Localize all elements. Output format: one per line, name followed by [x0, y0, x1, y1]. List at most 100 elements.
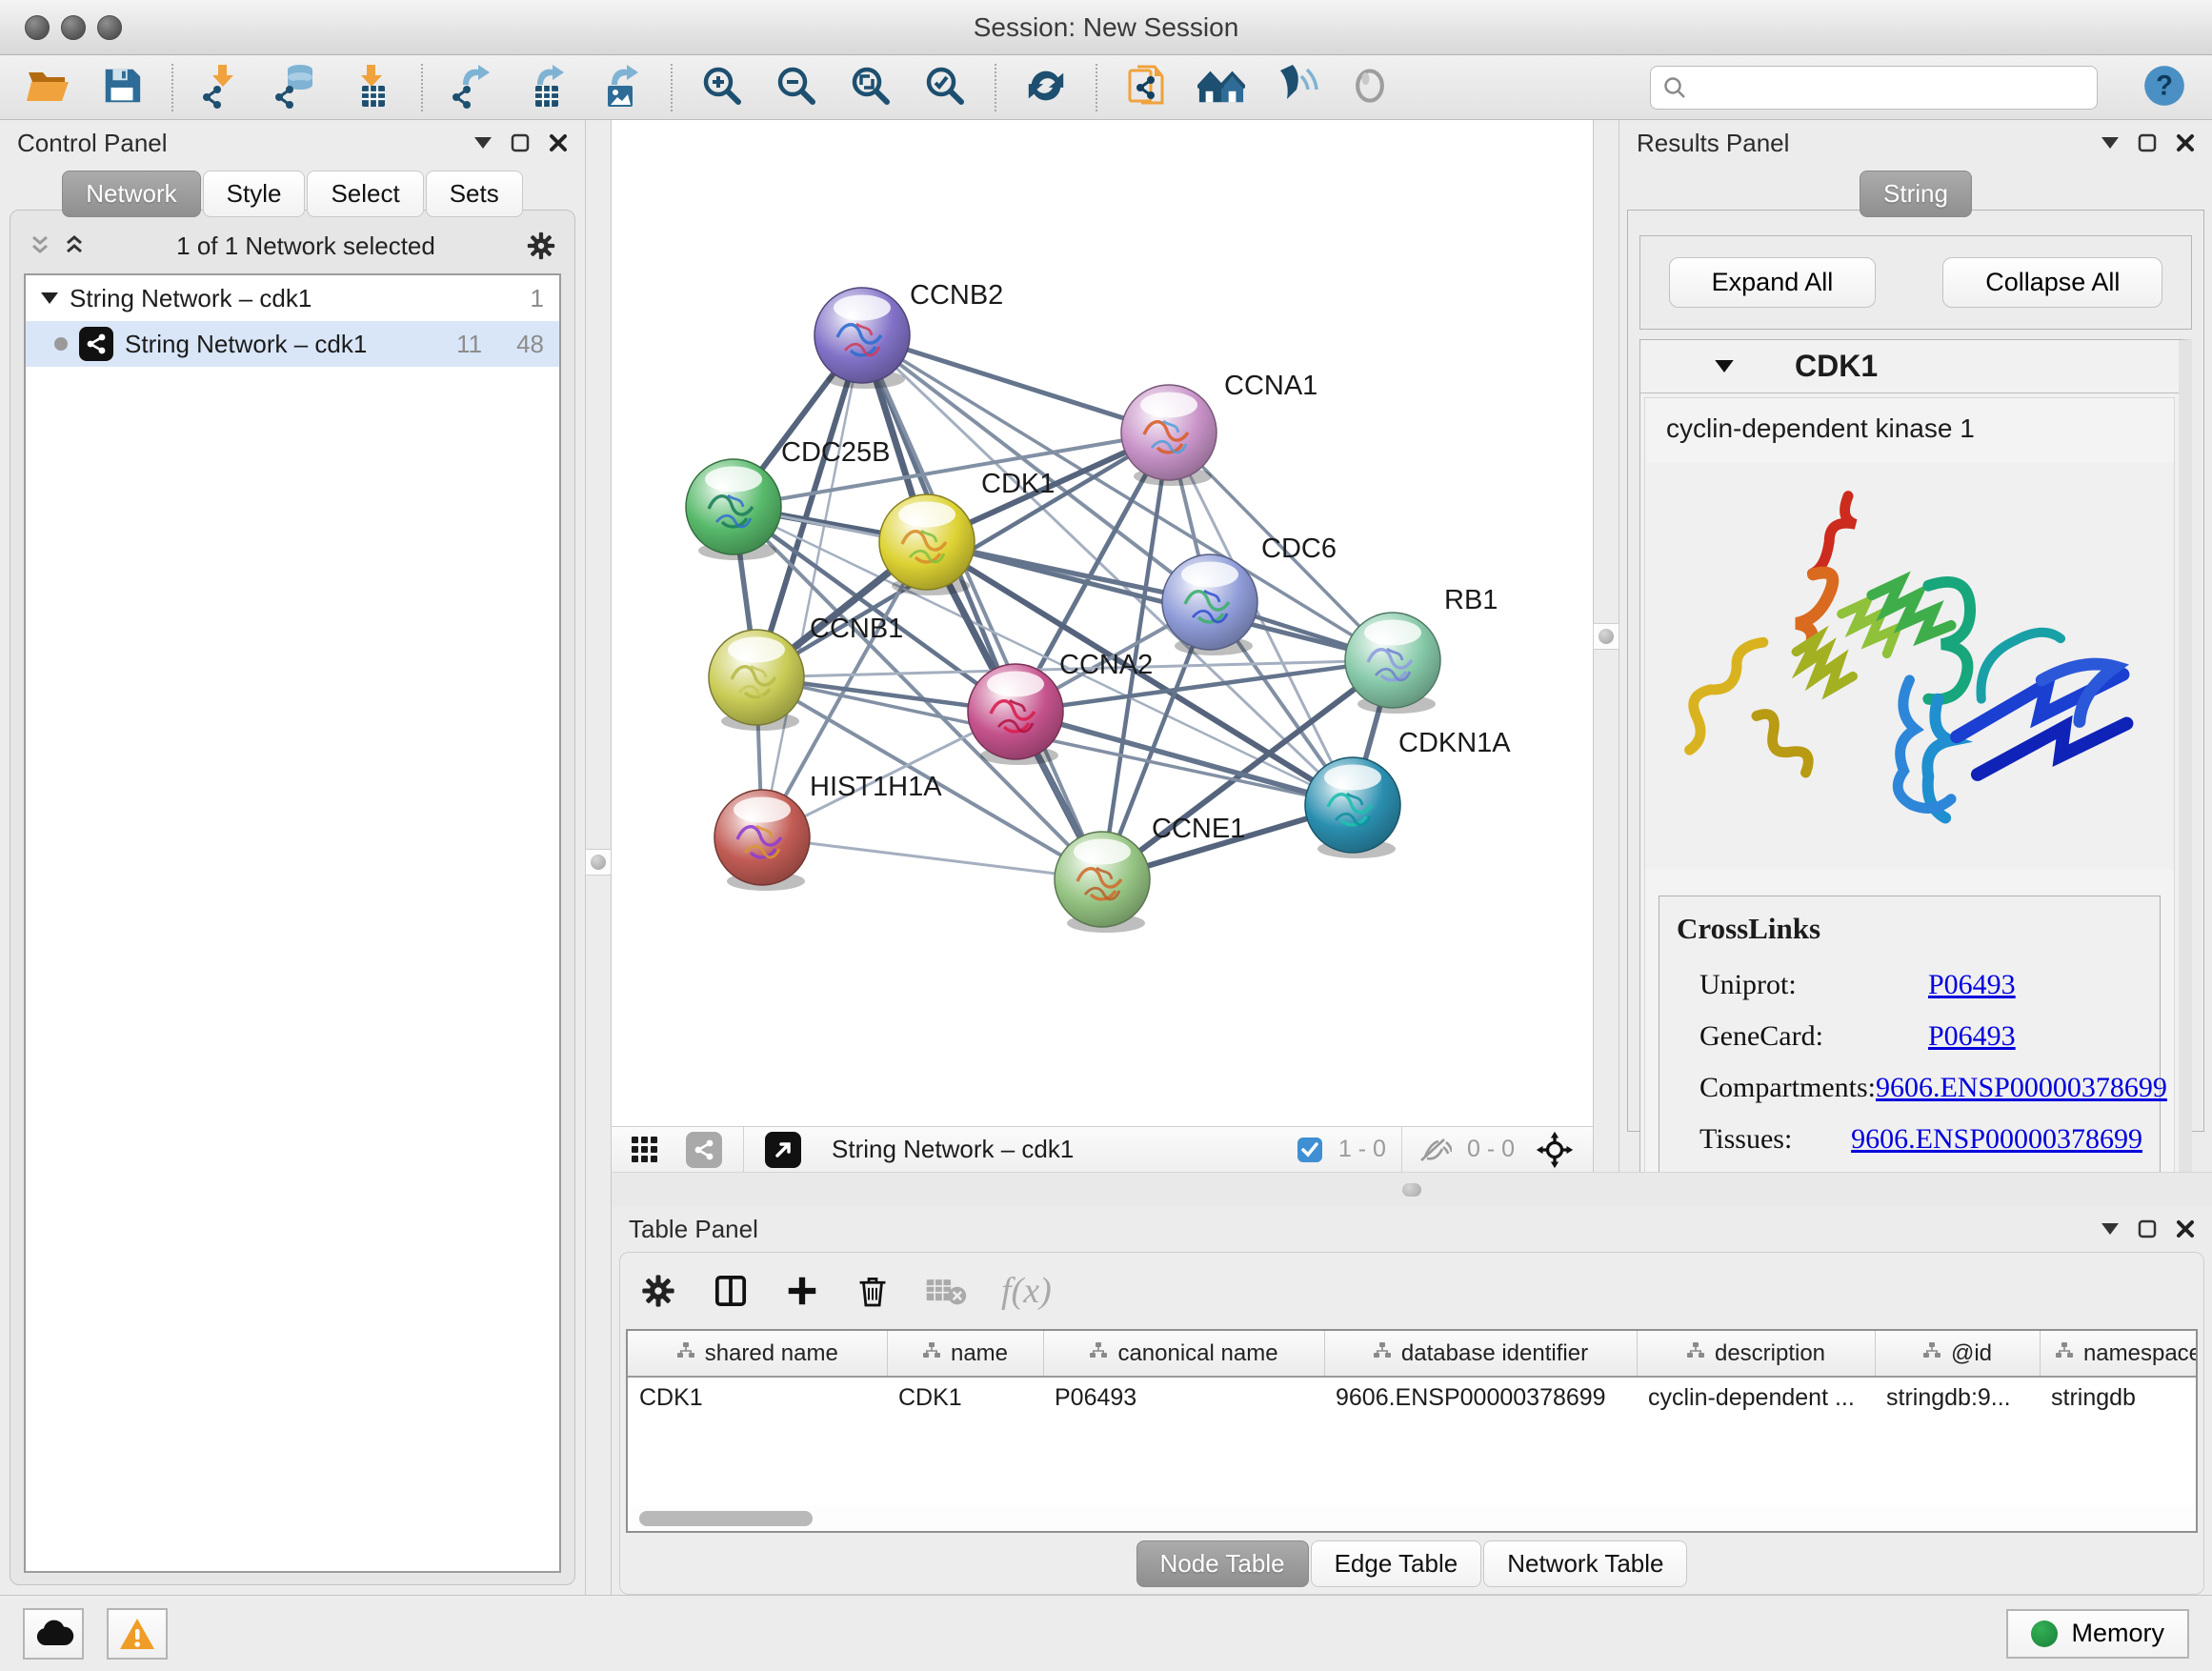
right-splitter-grip[interactable]: [1593, 623, 1619, 650]
network-node-RB1[interactable]: RB1: [1345, 585, 1498, 714]
help-button[interactable]: ?: [2140, 63, 2189, 112]
table-cell[interactable]: P06493: [1043, 1377, 1324, 1419]
birds-eye-toggle-button[interactable]: [1530, 1131, 1579, 1169]
panel-menu-icon[interactable]: [2101, 137, 2119, 149]
entry-caret-icon[interactable]: [1715, 360, 1734, 372]
column-header-database-identifier[interactable]: database identifier: [1324, 1331, 1637, 1377]
column-header-namespace[interactable]: namespace: [2040, 1331, 2198, 1377]
import-network-from-database-button[interactable]: [272, 63, 322, 112]
table-cell[interactable]: CDK1: [628, 1377, 887, 1419]
toggle-birds-eye-button[interactable]: [1345, 63, 1395, 112]
hscroll-thumb[interactable]: [639, 1511, 813, 1526]
tab-select[interactable]: Select: [307, 171, 423, 217]
network-row[interactable]: String Network – cdk1 11 48: [26, 321, 559, 367]
hidden-eye-icon[interactable]: [1418, 1136, 1452, 1164]
float-panel-icon[interactable]: [2138, 1219, 2157, 1238]
titlebar: Session: New Session: [0, 0, 2212, 55]
show-graphics-details-button[interactable]: [1271, 63, 1320, 112]
tab-network[interactable]: Network: [62, 171, 200, 217]
export-image-button[interactable]: [596, 63, 646, 112]
show-columns-button[interactable]: [712, 1272, 750, 1310]
column-header--id[interactable]: @id: [1875, 1331, 2040, 1377]
float-panel-icon[interactable]: [2138, 133, 2157, 152]
compartments-link[interactable]: 9606.ENSP00000378699: [1876, 1072, 2167, 1104]
left-splitter-grip[interactable]: [585, 849, 612, 876]
network-node-CCNB1[interactable]: CCNB1: [709, 614, 903, 731]
memory-button[interactable]: Memory: [2006, 1609, 2189, 1659]
column-header-name[interactable]: name: [887, 1331, 1043, 1377]
tab-edge-table[interactable]: Edge Table: [1311, 1540, 1482, 1587]
network-node-CDKN1A[interactable]: CDKN1A: [1305, 728, 1511, 858]
import-table-from-file-button[interactable]: [347, 63, 396, 112]
tissues-link[interactable]: 9606.ENSP00000378699: [1851, 1123, 2142, 1156]
horizontal-splitter-grip[interactable]: [1402, 1183, 1421, 1197]
network-node-HIST1H1A[interactable]: HIST1H1A: [714, 772, 942, 891]
network-node-CCNE1[interactable]: CCNE1: [1055, 814, 1245, 933]
open-in-new-window-button[interactable]: [759, 1132, 807, 1168]
close-panel-icon[interactable]: [2176, 133, 2195, 152]
close-panel-icon[interactable]: [549, 133, 568, 152]
refresh-network-button[interactable]: [1021, 63, 1071, 112]
table-row[interactable]: CDK1CDK1P064939606.ENSP00000378699cyclin…: [628, 1377, 2198, 1419]
table-cell[interactable]: stringdb:9...: [1875, 1377, 2040, 1419]
open-session-button[interactable]: [23, 63, 72, 112]
network-edge-HIST1H1A-CCNE1[interactable]: [762, 837, 1102, 879]
genecard-link[interactable]: P06493: [1928, 1020, 2016, 1053]
show-all-networks-button[interactable]: [1196, 63, 1246, 112]
column-header-shared-name[interactable]: shared name: [628, 1331, 887, 1377]
panel-menu-icon[interactable]: [474, 137, 492, 149]
network-options-gear-icon[interactable]: [525, 230, 557, 262]
table-cell[interactable]: cyclin-dependent ...: [1637, 1377, 1875, 1419]
cloud-button[interactable]: [23, 1608, 84, 1660]
tab-network-table[interactable]: Network Table: [1483, 1540, 1687, 1587]
collapse-all-button[interactable]: Collapse All: [1942, 257, 2162, 308]
zoom-in-button[interactable]: [697, 63, 747, 112]
float-panel-icon[interactable]: [511, 133, 530, 152]
warnings-button[interactable]: [107, 1608, 168, 1660]
network-collection-row[interactable]: String Network – cdk1 1: [26, 275, 559, 321]
search-input[interactable]: [1695, 74, 2085, 101]
expand-all-icon[interactable]: [62, 233, 87, 258]
tab-node-table[interactable]: Node Table: [1136, 1540, 1309, 1587]
save-session-button[interactable]: [97, 63, 147, 112]
horizontal-splitter[interactable]: [612, 1172, 2212, 1206]
tab-string-results[interactable]: String: [1860, 171, 1972, 217]
grid-view-button[interactable]: [625, 1136, 665, 1164]
table-settings-button[interactable]: [639, 1272, 677, 1310]
delete-column-button[interactable]: [855, 1272, 891, 1310]
network-node-CCNA1[interactable]: CCNA1: [1121, 371, 1317, 486]
export-table-to-file-button[interactable]: [522, 63, 572, 112]
column-header-canonical-name[interactable]: canonical name: [1043, 1331, 1324, 1377]
collection-caret-icon[interactable]: [41, 292, 58, 304]
export-network-to-file-button[interactable]: [448, 63, 497, 112]
minimize-window-button[interactable]: [61, 15, 86, 40]
delete-table-button[interactable]: [925, 1275, 967, 1307]
uniprot-link[interactable]: P06493: [1928, 969, 2016, 1001]
left-splitter[interactable]: [585, 120, 612, 1595]
zoom-fit-content-button[interactable]: [846, 63, 895, 112]
column-header-description[interactable]: description: [1637, 1331, 1875, 1377]
maximize-window-button[interactable]: [97, 15, 122, 40]
table-cell[interactable]: CDK1: [887, 1377, 1043, 1419]
zoom-out-button[interactable]: [772, 63, 821, 112]
collapse-all-icon[interactable]: [28, 233, 52, 258]
table-cell[interactable]: 9606.ENSP00000378699: [1324, 1377, 1637, 1419]
clone-network-button[interactable]: [1122, 63, 1172, 112]
selected-checkbox-icon[interactable]: [1297, 1137, 1323, 1163]
import-network-from-file-button[interactable]: [198, 63, 248, 112]
function-builder-button[interactable]: f(x): [1001, 1270, 1052, 1312]
network-canvas[interactable]: CCNB2CCNA1CDC25BCDK1CDC6RB1CCNB1CCNA2CDK…: [612, 120, 1593, 1126]
tab-style[interactable]: Style: [203, 171, 306, 217]
panel-menu-icon[interactable]: [2101, 1223, 2119, 1235]
close-window-button[interactable]: [25, 15, 50, 40]
close-panel-icon[interactable]: [2176, 1219, 2195, 1238]
right-splitter[interactable]: [1593, 120, 1619, 1172]
expand-all-button[interactable]: Expand All: [1669, 257, 1877, 308]
add-column-button[interactable]: [784, 1273, 820, 1309]
string-view-button[interactable]: [680, 1132, 728, 1168]
tab-sets[interactable]: Sets: [426, 171, 523, 217]
table-cell[interactable]: stringdb: [2040, 1377, 2198, 1419]
table-hscrollbar[interactable]: [628, 1506, 2196, 1531]
search-box[interactable]: [1650, 66, 2098, 110]
zoom-selected-region-button[interactable]: [920, 63, 970, 112]
